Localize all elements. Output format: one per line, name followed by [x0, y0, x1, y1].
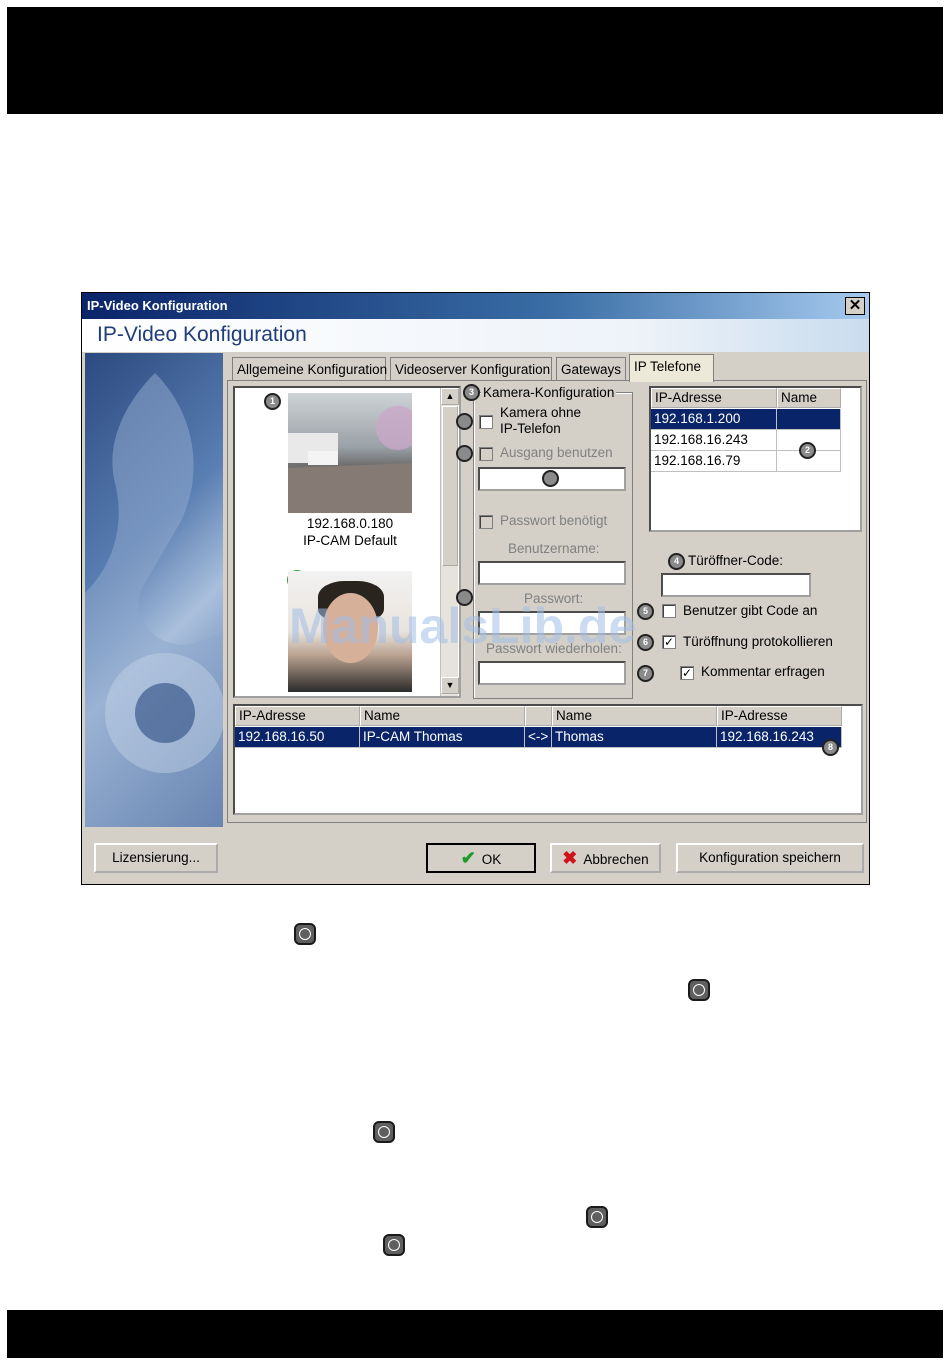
- camera-ip: 192.168.0.180: [306, 516, 394, 531]
- callout-7: 7: [637, 665, 654, 682]
- scroll-down-icon[interactable]: ▼: [441, 677, 459, 694]
- log-door-label: Türöffnung protokollieren: [683, 634, 833, 649]
- callout-marker: [456, 445, 473, 462]
- link-row-cam-ip[interactable]: 192.168.16.50: [235, 727, 360, 748]
- title-bar: IP-Video Konfiguration ✕: [82, 293, 869, 319]
- output-checkbox[interactable]: [479, 447, 493, 461]
- marker-icon: [688, 979, 710, 1001]
- ok-check-icon: ✔: [460, 848, 476, 868]
- link-col-arrow[interactable]: [525, 706, 552, 726]
- comment-checkbox[interactable]: ✓: [680, 666, 694, 680]
- tab-videoserver[interactable]: Videoserver Konfiguration: [390, 357, 552, 381]
- no-phone-label-1: Kamera ohne: [500, 405, 582, 420]
- ok-button[interactable]: ✔ OK: [426, 843, 536, 873]
- phone-col-ip[interactable]: IP-Adresse: [651, 388, 777, 408]
- callout-3: 3: [463, 384, 480, 401]
- link-list[interactable]: IP-Adresse Name Name IP-Adresse 192.168.…: [233, 704, 863, 815]
- street-photo-icon: [288, 406, 420, 513]
- marker-icon: [294, 923, 316, 945]
- link-col-phone-ip[interactable]: IP-Adresse: [717, 706, 842, 726]
- link-row-arrow[interactable]: <->: [525, 727, 552, 748]
- link-col-cam-name[interactable]: Name: [360, 706, 525, 726]
- banner: IP-Video Konfiguration: [82, 319, 869, 352]
- username-label: Benutzername:: [508, 541, 600, 556]
- callout-marker: [542, 470, 559, 487]
- cancel-label: Abbrechen: [583, 852, 649, 867]
- password-required-label: Passwort benötigt: [500, 513, 608, 528]
- door-code-label: Türöffner-Code:: [688, 553, 784, 568]
- no-phone-label-2: IP-Telefon: [500, 421, 561, 436]
- callout-5: 5: [637, 603, 654, 620]
- link-col-cam-ip[interactable]: IP-Adresse: [235, 706, 360, 726]
- callout-6: 6: [637, 634, 654, 651]
- door-code-field[interactable]: [661, 573, 811, 597]
- password-required-checkbox[interactable]: [479, 515, 493, 529]
- window-title: IP-Video Konfiguration: [87, 298, 228, 313]
- save-config-button[interactable]: Konfiguration speichern: [676, 843, 864, 873]
- config-dialog: IP-Video Konfiguration ✕ IP-Video Konfig…: [81, 292, 870, 885]
- user-code-label: Benutzer gibt Code an: [683, 603, 818, 618]
- close-button[interactable]: ✕: [845, 297, 865, 315]
- link-row-cam-name[interactable]: IP-CAM Thomas: [360, 727, 525, 748]
- camera-name: IP-CAM Default: [303, 533, 397, 548]
- phone-col-name[interactable]: Name: [777, 388, 841, 408]
- cancel-button[interactable]: ✖ Abbrechen: [550, 843, 661, 873]
- callout-8: 8: [822, 739, 839, 756]
- tab-gateways[interactable]: Gateways: [556, 357, 626, 381]
- scroll-up-icon[interactable]: ▲: [441, 388, 459, 405]
- cancel-x-icon: ✖: [562, 848, 578, 868]
- marker-icon: [383, 1234, 405, 1256]
- phone-row-ip[interactable]: 192.168.16.243: [651, 430, 777, 451]
- marker-icon: [373, 1121, 395, 1143]
- tab-ip-phones[interactable]: IP Telefone: [629, 354, 714, 382]
- marker-icon: [586, 1206, 608, 1228]
- user-code-checkbox[interactable]: [662, 604, 676, 618]
- wrench-icon: [85, 373, 223, 827]
- phone-row-ip[interactable]: 192.168.16.79: [651, 451, 777, 472]
- log-door-checkbox[interactable]: ✓: [662, 635, 676, 649]
- callout-2: 2: [799, 442, 816, 459]
- callout-1: 1: [264, 393, 281, 410]
- tab-general[interactable]: Allgemeine Konfiguration: [232, 357, 387, 381]
- username-field[interactable]: [478, 561, 626, 585]
- decorative-wrench-image: [85, 353, 223, 827]
- phone-row-ip[interactable]: 192.168.1.200: [651, 409, 777, 430]
- phone-row-name[interactable]: [777, 409, 841, 430]
- callout-4: 4: [668, 553, 685, 570]
- phone-list[interactable]: IP-Adresse Name 192.168.1.200 192.168.16…: [649, 386, 862, 532]
- camera-thumbnail[interactable]: [288, 393, 420, 513]
- link-row-phone-name[interactable]: Thomas: [552, 727, 717, 748]
- no-phone-checkbox[interactable]: [479, 415, 493, 429]
- comment-label: Kommentar erfragen: [701, 664, 825, 679]
- callout-marker: [456, 413, 473, 430]
- footer-bar: [7, 1310, 943, 1358]
- ok-label: OK: [481, 852, 502, 867]
- camera-config-label: Kamera-Konfiguration: [481, 385, 617, 400]
- watermark: ManualsLib.de: [289, 598, 637, 654]
- license-button[interactable]: Lizensierung...: [94, 843, 218, 873]
- banner-title: IP-Video Konfiguration: [97, 323, 307, 346]
- output-label: Ausgang benutzen: [500, 445, 613, 460]
- link-col-phone-name[interactable]: Name: [552, 706, 717, 726]
- header-bar: [7, 7, 943, 114]
- scroll-thumb[interactable]: [442, 406, 458, 566]
- password-repeat-field[interactable]: [478, 661, 626, 685]
